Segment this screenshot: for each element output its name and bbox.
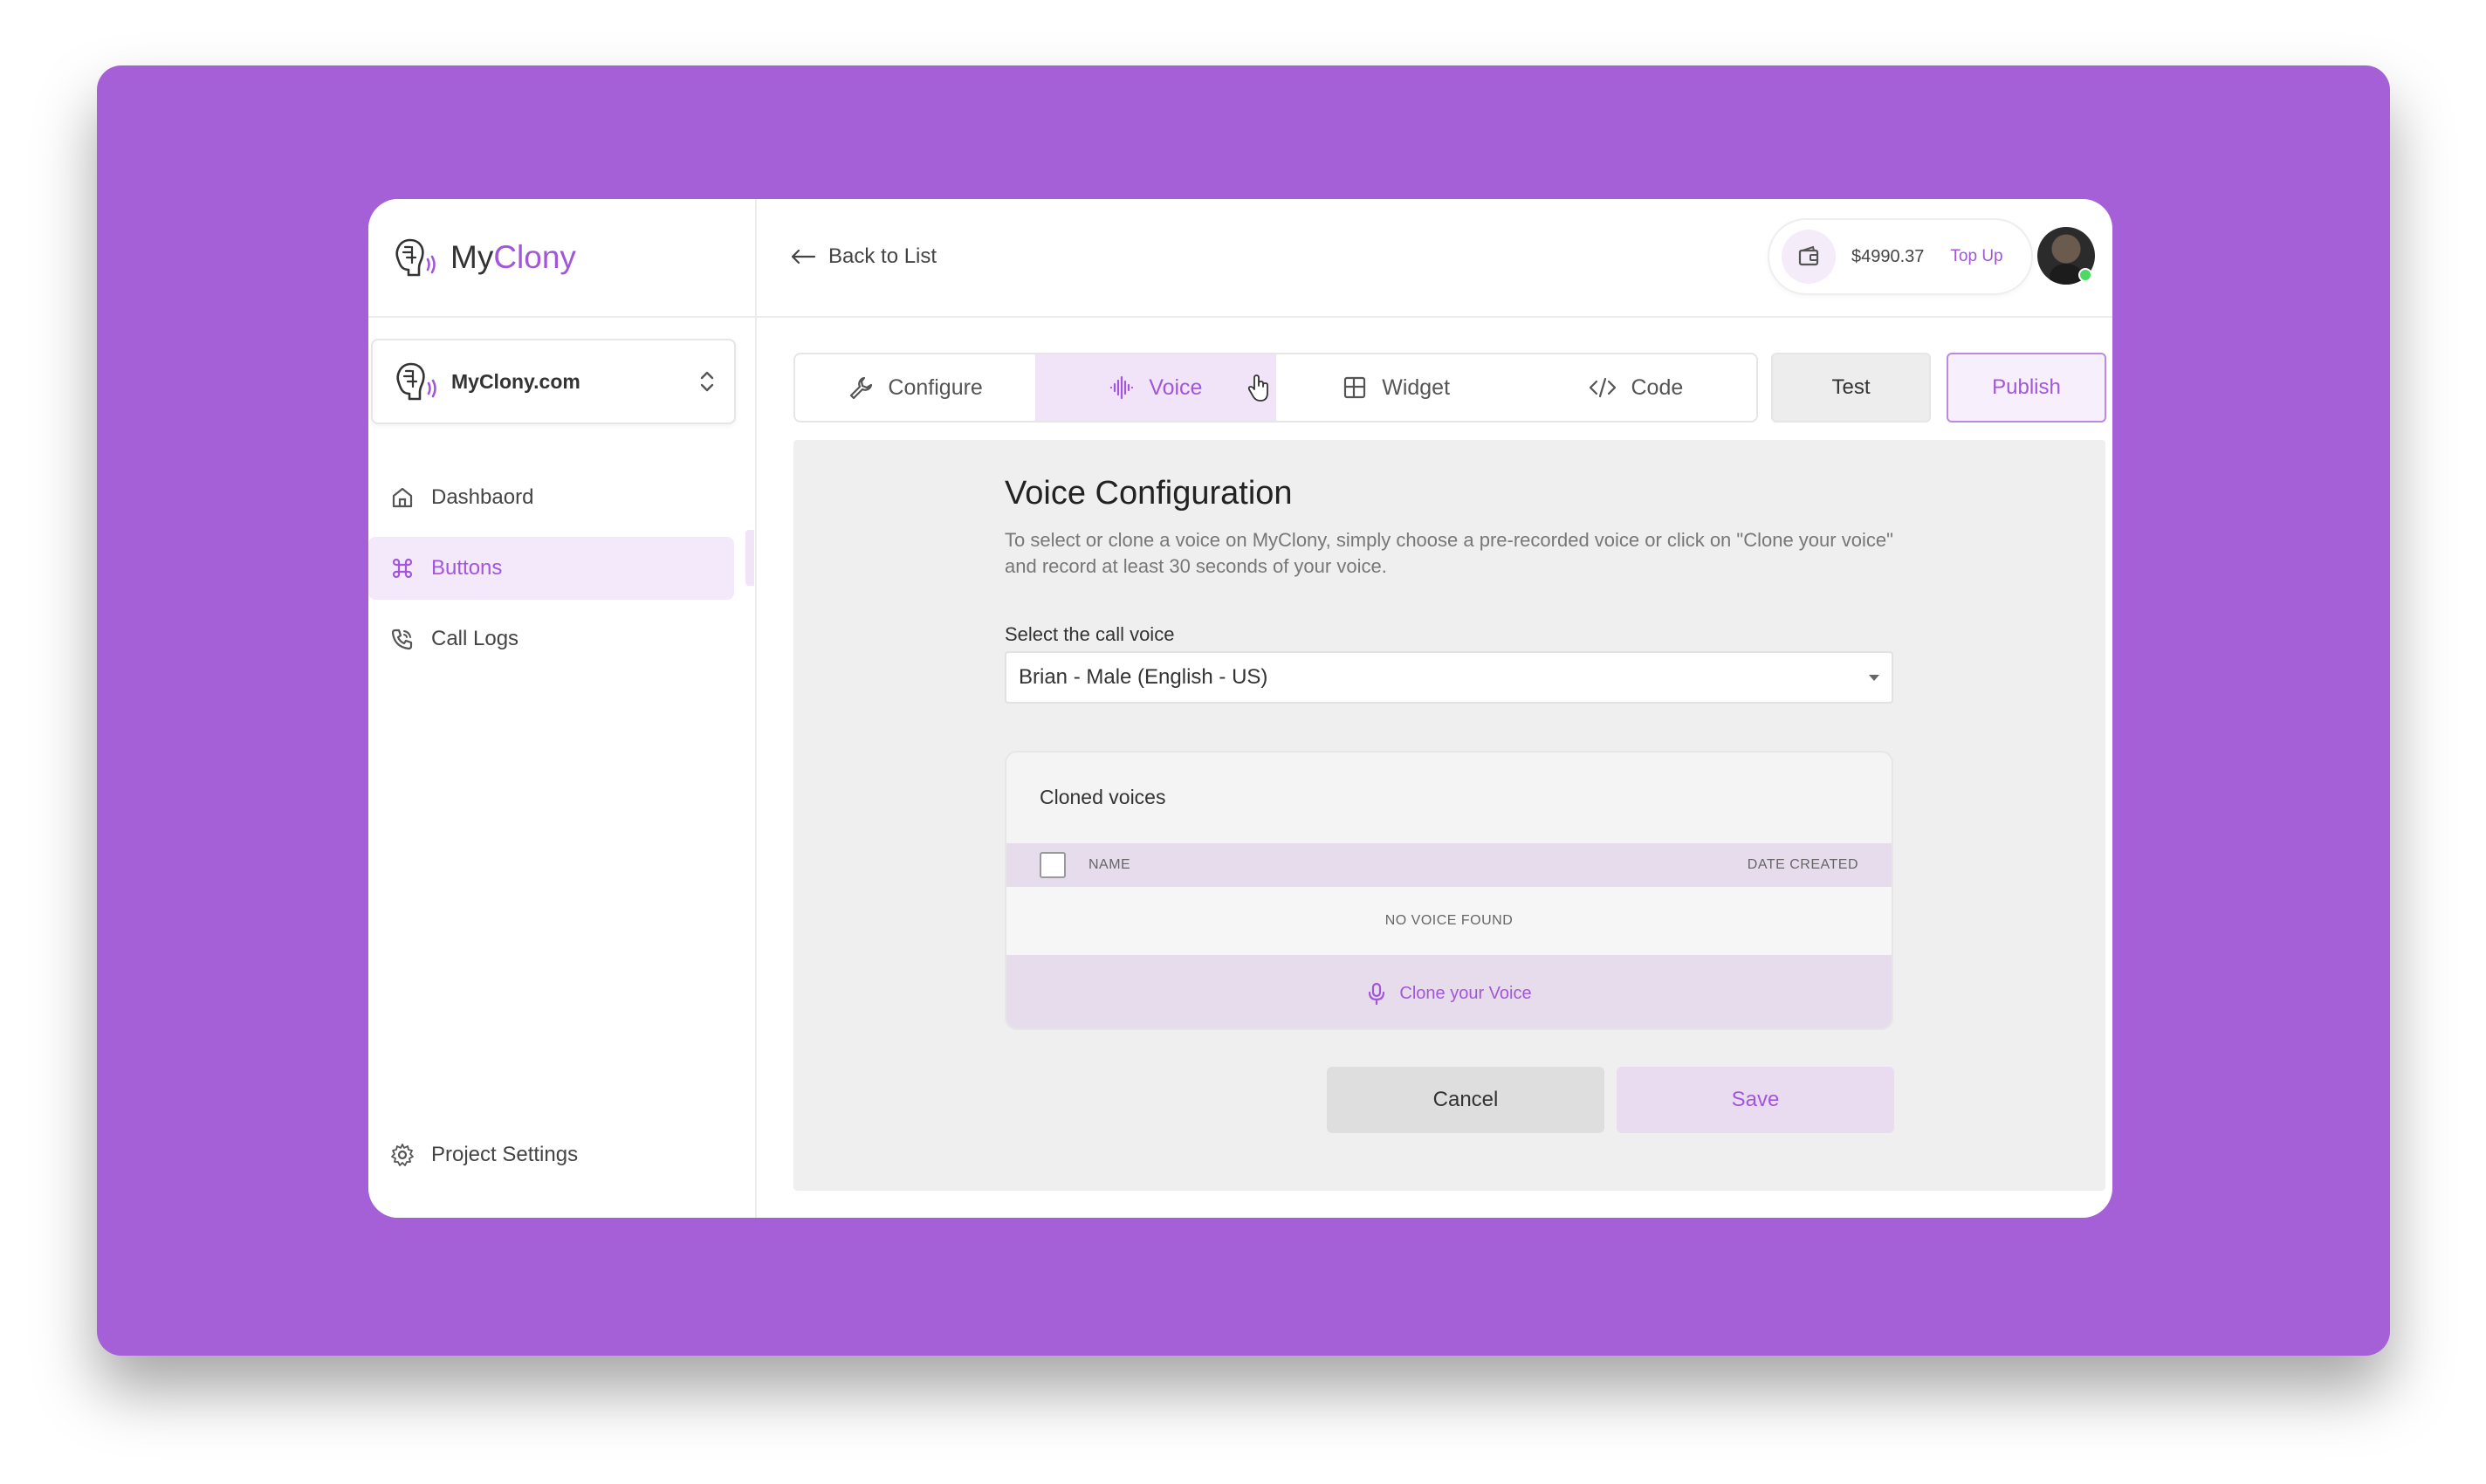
logo: MyClony xyxy=(368,199,755,318)
tab-code[interactable]: Code xyxy=(1516,354,1756,421)
save-button[interactable]: Save xyxy=(1617,1067,1894,1133)
chevron-up-down-icon xyxy=(700,371,714,392)
tab-bar: Configure Voice Widget Code xyxy=(793,353,1758,423)
gear-icon xyxy=(391,1144,414,1166)
sidebar-item-call-logs[interactable]: Call Logs xyxy=(368,608,734,670)
tab-label: Configure xyxy=(888,374,983,400)
project-settings-link[interactable]: Project Settings xyxy=(389,1142,578,1168)
test-button[interactable]: Test xyxy=(1771,353,1931,423)
sidebar-item-buttons[interactable]: Buttons xyxy=(368,537,734,600)
column-header-name: NAME xyxy=(1088,857,1131,872)
brain-logo-icon xyxy=(395,238,436,277)
project-settings-label: Project Settings xyxy=(431,1143,579,1166)
voice-select[interactable]: Brian - Male (English - US) xyxy=(1005,651,1893,704)
tab-widget[interactable]: Widget xyxy=(1276,354,1516,421)
tab-configure[interactable]: Configure xyxy=(795,354,1035,421)
balance-amount: $4990.37 xyxy=(1851,246,1925,266)
caret-down-icon xyxy=(1869,674,1879,681)
online-status-dot xyxy=(2078,268,2092,282)
voice-select-label: Select the call voice xyxy=(1005,623,1175,645)
waveform-icon xyxy=(1110,375,1134,400)
arrow-left-icon xyxy=(791,249,816,265)
wallet-balance: $4990.37 Top Up xyxy=(1768,218,2033,295)
tab-label: Code xyxy=(1631,374,1684,400)
tab-label: Voice xyxy=(1149,374,1203,400)
brand-name-plain: My xyxy=(450,239,494,275)
table-header: NAME DATE CREATED xyxy=(1006,843,1892,887)
home-icon xyxy=(392,487,413,508)
cancel-button[interactable]: Cancel xyxy=(1327,1067,1604,1133)
sidebar: MyClony MyClony.com Dashbaord Buttons Ca… xyxy=(368,199,757,1218)
active-marker xyxy=(745,530,754,586)
sidebar-nav: Dashbaord Buttons Call Logs xyxy=(368,466,755,678)
workspace-switcher[interactable]: MyClony.com xyxy=(371,339,736,424)
app-window: MyClony MyClony.com Dashbaord Buttons Ca… xyxy=(368,199,2112,1218)
empty-state: NO VOICE FOUND xyxy=(1006,887,1892,955)
page-title: Voice Configuration xyxy=(1005,475,1293,512)
back-to-list-link[interactable]: Back to List xyxy=(790,244,937,269)
cloned-voices-title: Cloned voices xyxy=(1040,786,1166,808)
workspace-name: MyClony.com xyxy=(451,369,580,393)
grid-icon xyxy=(1344,376,1366,399)
hand-cursor-icon xyxy=(1247,374,1268,402)
cloned-voices-card: Cloned voices NAME DATE CREATED NO VOICE… xyxy=(1005,751,1893,1030)
top-up-link[interactable]: Top Up xyxy=(1950,247,2002,266)
code-icon xyxy=(1590,377,1617,398)
wallet-icon xyxy=(1782,230,1836,284)
microphone-icon xyxy=(1369,982,1385,1006)
sidebar-item-label: Dashbaord xyxy=(431,485,534,509)
page-description: To select or clone a voice on MyClony, s… xyxy=(1005,529,1893,577)
tab-voice[interactable]: Voice xyxy=(1035,354,1276,421)
workspace-logo-icon xyxy=(396,362,436,401)
voice-config-panel: Voice Configuration To select or clone a… xyxy=(793,440,2105,1191)
column-header-date: DATE CREATED xyxy=(1747,857,1858,872)
wrench-icon xyxy=(850,376,873,400)
command-icon xyxy=(392,558,413,579)
sidebar-item-label: Buttons xyxy=(431,556,503,580)
publish-button[interactable]: Publish xyxy=(1947,353,2106,423)
phone-icon xyxy=(391,629,413,650)
topbar: Back to List $4990.37 Top Up xyxy=(757,199,2112,318)
brand-name: MyClony xyxy=(450,239,576,276)
clone-voice-label: Clone your Voice xyxy=(1399,983,1532,1003)
select-all-checkbox[interactable] xyxy=(1040,852,1066,878)
sidebar-item-dashboard[interactable]: Dashbaord xyxy=(368,466,734,529)
back-label: Back to List xyxy=(828,244,937,268)
voice-select-value: Brian - Male (English - US) xyxy=(1019,665,1268,689)
sidebar-item-label: Call Logs xyxy=(431,627,519,650)
tab-label: Widget xyxy=(1382,374,1451,400)
brand-name-accent: Clony xyxy=(493,239,576,275)
clone-voice-button[interactable]: Clone your Voice xyxy=(1006,955,1892,1028)
